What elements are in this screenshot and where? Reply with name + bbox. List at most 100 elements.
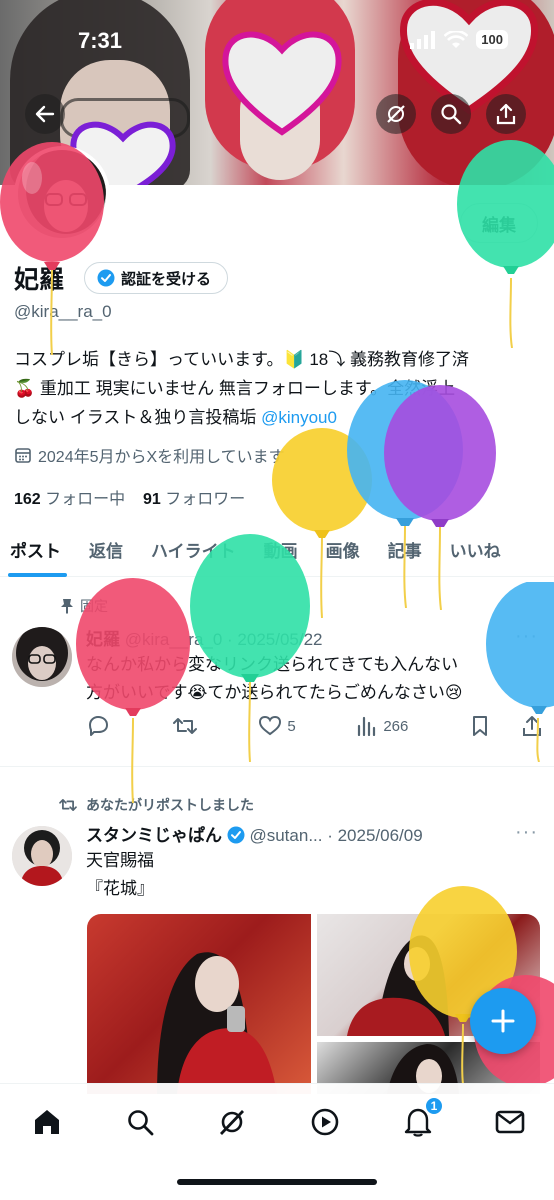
home-indicator <box>177 1179 377 1185</box>
repost-author-avatar[interactable] <box>12 826 72 886</box>
share-icon <box>496 103 516 125</box>
post-text: なんか私から変なリンク送られてきても入んない 方がいいです😭てか送られてたらごめ… <box>86 651 536 707</box>
cellular-signal-icon <box>410 30 436 49</box>
grok-icon <box>387 105 405 123</box>
repost-author-name[interactable]: スタンミじゃぱん <box>86 826 222 845</box>
post-author-avatar[interactable] <box>12 627 72 687</box>
post-divider <box>0 766 554 767</box>
messages-icon <box>495 1110 525 1134</box>
profile-handle: @kira__ra_0 <box>14 302 112 321</box>
nav-messages[interactable] <box>490 1102 530 1142</box>
nav-notifications[interactable]: 1 <box>398 1096 444 1142</box>
post-text-line: 『花城』 <box>86 879 154 898</box>
media-photo <box>157 952 277 1094</box>
search-icon <box>441 104 462 125</box>
followers-link[interactable]: 91 フォロワー <box>143 491 245 508</box>
status-time: 7:31 <box>78 28 123 53</box>
followers-label: フォロワー <box>165 491 246 508</box>
tab-posts[interactable]: ポスト <box>0 522 75 577</box>
repost-handle-date: @sutan... · 2025/06/09 <box>249 826 423 845</box>
profile-tabs: ポスト 返信 ハイライト 動画 画像 記事 いいね <box>0 522 554 577</box>
bio-mention-link[interactable]: @kinyou0 <box>261 408 337 427</box>
repost-text: 天官賜福 『花城』 <box>86 847 536 903</box>
back-button[interactable] <box>25 94 65 134</box>
repost-icon <box>172 718 197 734</box>
profile-bio: コスプレ垢【きら】っていいます。🔰 18⤵ 義務教育修了済 🍒 重加工 現実にい… <box>14 345 544 432</box>
followers-count: 91 <box>142 491 161 508</box>
grok-icon <box>219 1110 245 1135</box>
pinned-indicator: 固定 <box>60 596 108 616</box>
status-icons: 100 <box>410 30 508 49</box>
home-icon <box>35 1110 59 1134</box>
post-handle-date: @kira__ra_0 · 2025/05/22 <box>124 630 323 649</box>
wifi-icon <box>444 30 469 48</box>
get-verified-label: 認証を受ける <box>121 270 212 288</box>
post-media-image[interactable] <box>87 914 311 1094</box>
verified-badge-icon <box>97 269 115 287</box>
post-text-line: 天官賜福 <box>86 851 154 870</box>
repost-header: スタンミじゃぱん @sutan... · 2025/06/09 <box>86 821 423 846</box>
joined-date: 2024年5月からXを利用しています <box>14 443 285 467</box>
compose-post-button[interactable] <box>470 988 536 1054</box>
repost-more-button[interactable]: ··· <box>515 821 538 844</box>
search-button[interactable] <box>431 94 471 134</box>
arrow-left-icon <box>35 105 55 123</box>
tab-videos[interactable]: 動画 <box>250 522 312 577</box>
bio-text: しない イラスト＆独り言投稿垢 <box>14 408 262 427</box>
repost-indicator: あなたがリポストしました <box>58 795 254 815</box>
share-icon[interactable] <box>522 715 542 737</box>
nav-video[interactable] <box>305 1102 345 1142</box>
avatar-image <box>12 627 72 687</box>
bio-line: 🍒 重加工 現実にいません 無言フォローします。全然浮上 <box>14 379 456 398</box>
reply-icon <box>89 716 108 736</box>
avatar-image <box>18 150 106 238</box>
bookmark-icon[interactable] <box>470 715 490 737</box>
repost-icon <box>59 799 77 811</box>
pin-icon <box>61 599 73 614</box>
post-header: 妃羅 @kira__ra_0 · 2025/05/22 <box>86 625 323 650</box>
following-label: フォロー中 <box>45 491 126 508</box>
share-button[interactable] <box>486 94 526 134</box>
views-button[interactable]: 266 <box>357 716 408 736</box>
search-icon <box>128 1110 154 1136</box>
calendar-icon <box>15 448 31 463</box>
get-verified-button[interactable]: 認証を受ける <box>84 262 229 294</box>
follow-stats: 162 フォロー中 91 フォロワー <box>14 485 245 509</box>
joined-label: 2024年5月からXを利用しています <box>38 449 285 466</box>
profile-name: 妃羅 <box>14 266 65 294</box>
view-count: 266 <box>383 717 409 735</box>
nav-grok[interactable] <box>212 1102 252 1142</box>
pinned-label: 固定 <box>80 598 108 614</box>
tab-highlights[interactable]: ハイライト <box>137 522 250 577</box>
repost-button[interactable] <box>172 715 198 737</box>
video-icon <box>311 1108 339 1136</box>
plus-icon <box>491 1009 515 1033</box>
following-count: 162 <box>14 491 41 508</box>
profile-avatar[interactable] <box>14 146 110 242</box>
edit-profile-button[interactable]: 編集 <box>460 203 538 243</box>
heart-icon <box>259 716 282 736</box>
post-text-line: なんか私から変なリンク送られてきても入んない <box>86 655 459 674</box>
like-button[interactable]: 5 <box>259 716 296 736</box>
post-actions-right <box>470 715 542 737</box>
heart-sticker-white <box>222 31 342 136</box>
grok-button[interactable] <box>376 94 416 134</box>
nav-search[interactable] <box>120 1102 160 1142</box>
avatar-image <box>12 826 72 886</box>
post-author-name[interactable]: 妃羅 <box>86 630 120 649</box>
reply-button[interactable] <box>86 715 110 737</box>
post-actions: 5 266 <box>86 715 542 737</box>
analytics-icon <box>358 716 376 736</box>
bio-line: しない イラスト＆独り言投稿垢 @kinyou0 <box>14 403 544 432</box>
nav-home[interactable] <box>27 1102 67 1142</box>
tab-images[interactable]: 画像 <box>312 522 374 577</box>
tab-articles[interactable]: 記事 <box>374 522 436 577</box>
tab-replies[interactable]: 返信 <box>75 522 137 577</box>
post-text-line: 方がいいです😭てか送られてたらごめんなさい😢 <box>86 683 463 702</box>
notification-badge: 1 <box>424 1096 444 1116</box>
bio-line: コスプレ垢【きら】っていいます。🔰 18⤵ 義務教育修了済 <box>14 350 469 369</box>
tab-likes[interactable]: いいね <box>436 522 515 577</box>
repost-label: あなたがリポストしました <box>86 797 254 813</box>
post-more-button[interactable]: ··· <box>515 625 538 648</box>
following-link[interactable]: 162 フォロー中 <box>14 491 125 508</box>
